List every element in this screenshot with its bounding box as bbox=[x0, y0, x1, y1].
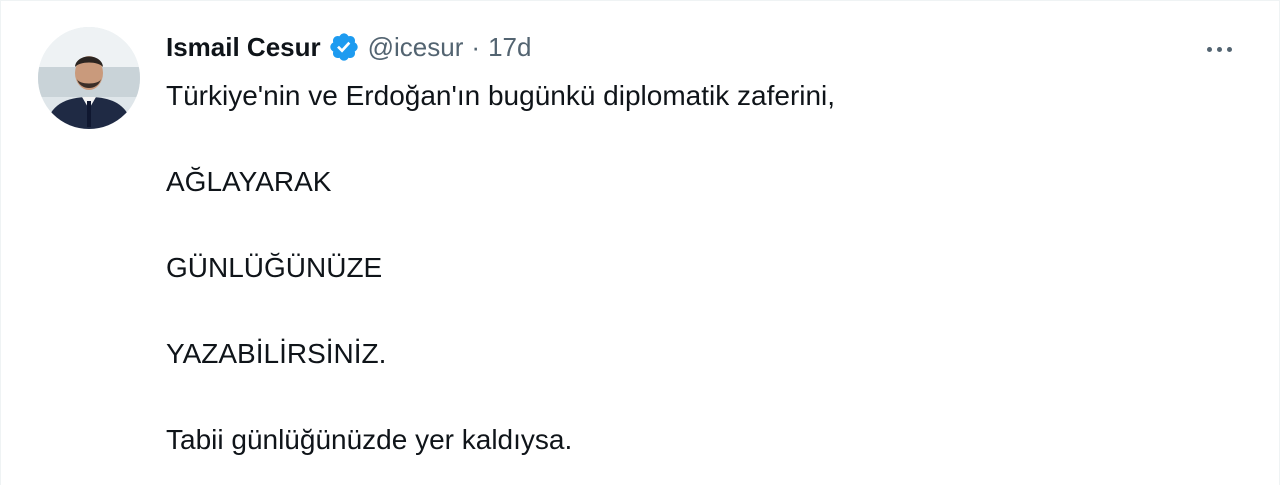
tweet-text-line: AĞLAYARAK bbox=[166, 166, 332, 197]
display-name[interactable]: Ismail Cesur bbox=[166, 29, 321, 65]
tweet-text-line: Tabii günlüğünüzde yer kaldıysa. bbox=[166, 424, 573, 455]
tweet-text-line: Türkiye'nin ve Erdoğan'ın bugünkü diplom… bbox=[166, 80, 836, 111]
avatar[interactable] bbox=[38, 27, 140, 129]
avatar-photo bbox=[38, 27, 140, 129]
verified-badge-icon[interactable] bbox=[328, 31, 360, 63]
tweet-timestamp[interactable]: 17d bbox=[488, 29, 531, 65]
tweet-text-line: YAZABİLİRSİNİZ. bbox=[166, 338, 387, 369]
user-handle[interactable]: @icesur bbox=[368, 29, 464, 65]
tweet-card[interactable]: Ismail Cesur @icesur · 17d Türkiye'nin v… bbox=[0, 0, 1280, 485]
separator-dot: · bbox=[471, 32, 481, 62]
more-horizontal-icon bbox=[1204, 46, 1234, 52]
tweet-text: Türkiye'nin ve Erdoğan'ın bugünkü diplom… bbox=[166, 74, 1239, 462]
tweet-text-line: GÜNLÜĞÜNÜZE bbox=[166, 252, 383, 283]
tweet-header: Ismail Cesur @icesur · 17d bbox=[166, 29, 1239, 65]
more-options-button[interactable] bbox=[1197, 33, 1241, 65]
tweet-body: Ismail Cesur @icesur · 17d Türkiye'nin v… bbox=[166, 29, 1239, 462]
